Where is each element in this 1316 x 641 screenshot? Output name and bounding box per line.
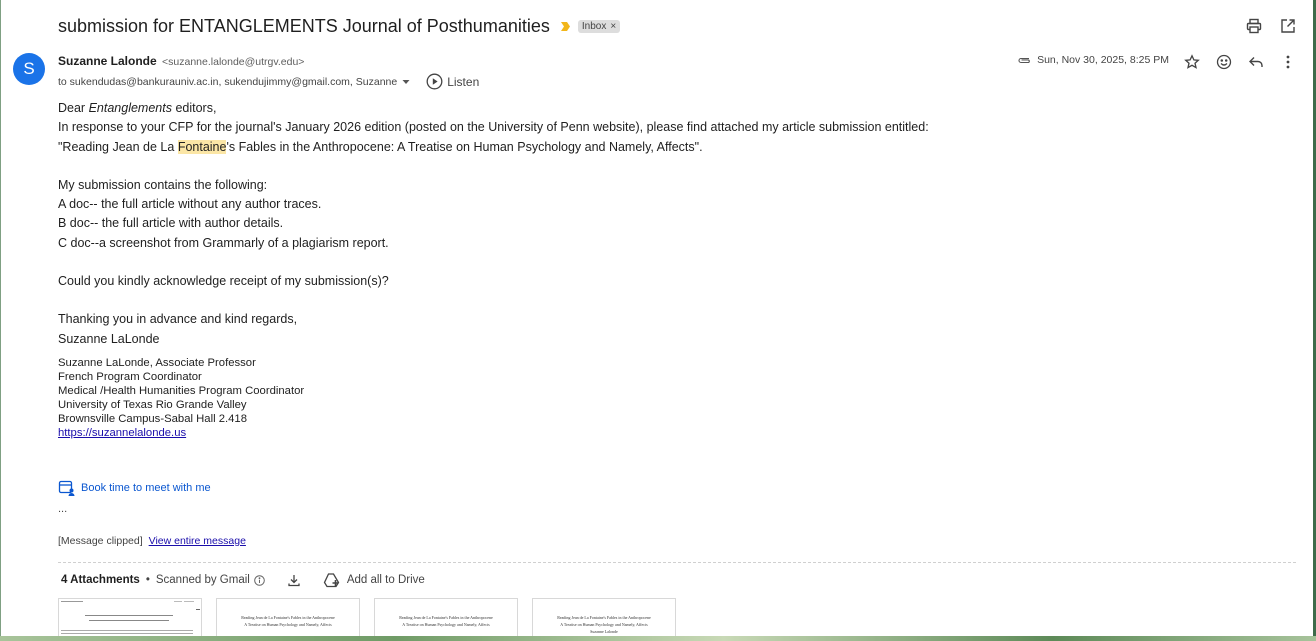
- trimmed-content-toggle[interactable]: ...: [58, 503, 67, 515]
- top-actions: [1244, 16, 1298, 36]
- thumbnail-subtitle: A Treatise on Human Psychology and Namel…: [244, 622, 332, 627]
- contents-item-b: B doc-- the full article with author det…: [58, 216, 284, 231]
- thumbnail-title: Reading Jean de La Fontaine's Fables in …: [241, 615, 335, 620]
- add-reaction-button[interactable]: [1214, 52, 1234, 72]
- contents-item-c: C doc--a screenshot from Grammarly of a …: [58, 235, 389, 250]
- desktop-background-strip: [0, 636, 1316, 641]
- window-edge-left: [0, 0, 1, 641]
- thumbnail-title: Reading Jean de La Fontaine's Fables in …: [399, 615, 493, 620]
- sender-avatar[interactable]: S: [13, 53, 45, 85]
- scanned-by-gmail: Scanned by Gmail: [155, 574, 250, 586]
- sender-info: Suzanne Lalonde <suzanne.lalonde@utrgv.e…: [58, 54, 304, 68]
- message-clipped-notice: [Message clipped] View entire message: [58, 535, 246, 547]
- signature-line: Medical /Health Humanities Program Coord…: [58, 384, 305, 397]
- title-suffix: 's Fables in the Anthropocene: A Treatis…: [226, 139, 703, 154]
- info-icon[interactable]: [254, 574, 265, 586]
- body-line-intro: In response to your CFP for the journal'…: [58, 120, 929, 135]
- add-all-to-drive-button[interactable]: Add all to Drive: [323, 572, 425, 588]
- open-in-new-icon: [1281, 19, 1295, 33]
- attachment-thumbnail[interactable]: Reading Jean de La Fontaine's Fables in …: [374, 598, 518, 637]
- play-circle-icon: [426, 73, 443, 90]
- website-link[interactable]: https://suzannelalonde.us: [58, 427, 186, 439]
- sender-name[interactable]: Suzanne Lalonde: [58, 54, 157, 68]
- inbox-label-text: Inbox: [581, 20, 607, 32]
- print-icon: [1246, 18, 1262, 34]
- reply-button[interactable]: [1246, 52, 1266, 72]
- closing-name: Suzanne LaLonde: [58, 331, 160, 346]
- email-view: submission for ENTANGLEMENTS Journal of …: [0, 0, 1316, 641]
- print-button[interactable]: [1244, 16, 1264, 36]
- greeting: Dear Entanglements editors,: [58, 99, 929, 118]
- signature-line: French Program Coordinator: [58, 370, 202, 383]
- open-in-new-window-button[interactable]: [1278, 16, 1298, 36]
- attachment-thumbnail[interactable]: [58, 598, 202, 637]
- recipients-row: to sukendudas@bankurauniv.ac.in, sukendu…: [58, 73, 479, 90]
- article-title: "Reading Jean de La Fontaine's Fables in…: [58, 138, 929, 157]
- show-details-chevron-icon[interactable]: [402, 78, 410, 86]
- thumbnail-title: Reading Jean de La Fontaine's Fables in …: [557, 615, 651, 620]
- signature-line: Suzanne LaLonde, Associate Professor: [58, 356, 256, 369]
- inbox-label-chip[interactable]: Inbox ×: [577, 19, 621, 33]
- subject-row: submission for ENTANGLEMENTS Journal of …: [58, 12, 621, 40]
- email-subject: submission for ENTANGLEMENTS Journal of …: [58, 15, 550, 36]
- more-vert-icon: [1286, 55, 1290, 69]
- signature-line: University of Texas Rio Grande Valley: [58, 398, 247, 411]
- calendar-person-icon: [58, 480, 75, 496]
- booking-link[interactable]: Book time to meet with me: [58, 479, 211, 497]
- view-entire-message-link[interactable]: View entire message: [149, 535, 246, 547]
- signature: Suzanne LaLonde, Associate Professor Fre…: [58, 356, 929, 440]
- sender-email: <suzanne.lalonde@utrgv.edu>: [162, 56, 305, 68]
- acknowledge-question: Could you kindly acknowledge receipt of …: [58, 274, 389, 289]
- attachment-thumbnail[interactable]: Reading Jean de La Fontaine's Fables in …: [532, 598, 676, 637]
- recipients-list: to sukendudas@bankurauniv.ac.in, sukendu…: [58, 75, 398, 88]
- download-icon[interactable]: [287, 573, 301, 587]
- thumbnail-author: Suzanne Lalonde: [590, 629, 618, 634]
- message-meta: Sun, Nov 30, 2025, 8:25 PM: [1017, 54, 1169, 66]
- more-options-button[interactable]: [1278, 52, 1298, 72]
- attachments-header: 4 Attachments • Scanned by Gmail Add all…: [61, 572, 425, 588]
- search-highlight: Fontaine: [177, 139, 227, 154]
- greeting-suffix: editors,: [171, 101, 217, 115]
- attachments-count: 4 Attachments: [61, 574, 140, 586]
- listen-button[interactable]: Listen: [426, 73, 479, 90]
- booking-label: Book time to meet with me: [81, 482, 211, 494]
- attachment-clip-icon: [1018, 57, 1030, 64]
- closing: Thanking you in advance and kind regards…: [58, 312, 298, 327]
- thumbnail-subtitle: A Treatise on Human Psychology and Namel…: [560, 622, 648, 627]
- message-date: Sun, Nov 30, 2025, 8:25 PM: [1037, 54, 1169, 66]
- attachment-thumbnails: Reading Jean de La Fontaine's Fables in …: [58, 598, 676, 637]
- contents-item-a: A doc-- the full article without any aut…: [58, 197, 322, 212]
- greeting-prefix: Dear: [58, 101, 89, 115]
- message-clipped-text: [Message clipped]: [58, 535, 143, 547]
- reply-icon: [1249, 57, 1263, 67]
- add-all-to-drive-label: Add all to Drive: [346, 574, 425, 586]
- thumbnail-subtitle: A Treatise on Human Psychology and Namel…: [402, 622, 490, 627]
- attachments-divider: [58, 562, 1296, 563]
- importance-marker-icon[interactable]: [560, 21, 571, 32]
- title-prefix: "Reading Jean de La: [58, 139, 178, 154]
- journal-name: Entanglements: [88, 101, 172, 115]
- star-icon: [1184, 54, 1200, 69]
- remove-label-icon[interactable]: ×: [610, 21, 616, 32]
- star-button[interactable]: [1182, 52, 1202, 72]
- message-actions: [1182, 52, 1298, 72]
- emoji-icon: [1216, 54, 1232, 70]
- message-body: Dear Entanglements editors, In response …: [58, 99, 929, 440]
- listen-label: Listen: [447, 74, 480, 89]
- signature-line: Brownsville Campus-Sabal Hall 2.418: [58, 412, 247, 425]
- add-to-drive-icon: [323, 573, 340, 588]
- attachment-thumbnail[interactable]: Reading Jean de La Fontaine's Fables in …: [216, 598, 360, 637]
- contents-heading: My submission contains the following:: [58, 177, 268, 192]
- separator-dot: •: [145, 574, 150, 586]
